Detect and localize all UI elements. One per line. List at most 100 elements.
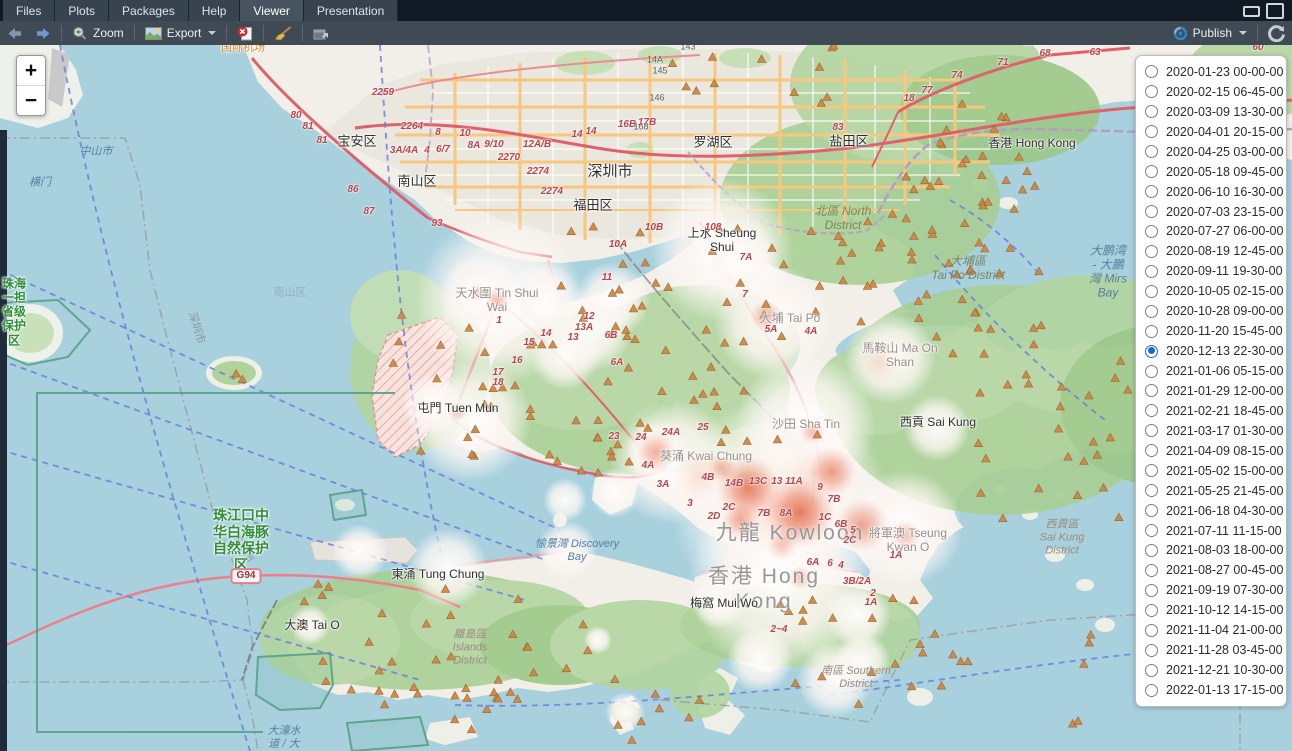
clear-viewer-button[interactable]	[267, 21, 299, 45]
timestamp-option[interactable]: 2021-01-06 05-15-00	[1145, 362, 1286, 381]
timestamp-option-label: 2020-12-13 22-30-00	[1166, 344, 1283, 358]
timestamp-option[interactable]: 2020-04-25 03-00-00	[1145, 142, 1286, 161]
toolbar-separator	[263, 25, 264, 41]
radio-icon	[1145, 644, 1158, 657]
toolbar-separator	[1257, 25, 1258, 41]
timestamp-option[interactable]: 2020-07-03 23-15-00	[1145, 202, 1286, 221]
timestamp-option[interactable]: 2021-08-03 18-00-00	[1145, 541, 1286, 560]
timestamp-option[interactable]: 2020-06-10 16-30-00	[1145, 182, 1286, 201]
toolbar-right-group: Publish	[1166, 25, 1292, 42]
timestamp-option[interactable]: 2022-01-13 17-15-00	[1145, 681, 1286, 700]
map-unloaded-tile-strip	[0, 130, 7, 751]
timestamp-option[interactable]: 2020-10-28 09-00-00	[1145, 302, 1286, 321]
timestamp-option-label: 2020-08-19 12-45-00	[1166, 244, 1283, 258]
refresh-button[interactable]	[1261, 25, 1292, 42]
tab-plots[interactable]: Plots	[55, 0, 109, 21]
radio-icon	[1145, 424, 1158, 437]
timestamp-option[interactable]: 2021-03-17 01-30-00	[1145, 421, 1286, 440]
popout-window-button[interactable]	[306, 21, 336, 45]
radio-icon	[1145, 544, 1158, 557]
radio-icon	[1145, 185, 1158, 198]
radio-icon	[1145, 105, 1158, 118]
tab-presentation[interactable]: Presentation	[304, 0, 398, 21]
timestamp-option[interactable]: 2021-01-29 12-00-00	[1145, 381, 1286, 400]
timestamp-option-label: 2020-04-25 03-00-00	[1166, 145, 1283, 159]
map-viewport[interactable]: 国际机场中山市横门宝安区南山区深圳市罗湖区盐田区福田区南山区深圳市珠海市北區 N…	[0, 45, 1292, 751]
timestamp-option-label: 2021-04-09 08-15-00	[1166, 444, 1283, 458]
timestamp-option-label: 2020-11-20 15-45-00	[1166, 324, 1283, 338]
export-button[interactable]: Export	[138, 21, 224, 45]
radio-icon	[1145, 305, 1158, 318]
broom-icon	[274, 26, 292, 41]
timestamp-option[interactable]: 2020-01-23 00-00-00	[1145, 62, 1286, 81]
timestamp-option[interactable]: 2020-10-05 02-15-00	[1145, 282, 1286, 301]
radio-icon	[1145, 265, 1158, 278]
timestamp-option-label: 2021-11-28 03-45-00	[1166, 643, 1283, 657]
chevron-down-icon	[208, 31, 216, 35]
tab-files[interactable]: Files	[3, 0, 55, 21]
radio-icon	[1145, 684, 1158, 697]
timestamp-option[interactable]: 2021-10-12 14-15-00	[1145, 601, 1286, 620]
timestamp-option[interactable]: 2021-06-18 04-30-00	[1145, 501, 1286, 520]
zoom-button[interactable]: Zoom	[65, 21, 131, 45]
timestamp-option-label: 2020-01-23 00-00-00	[1166, 65, 1283, 79]
publish-button[interactable]: Publish	[1166, 26, 1254, 41]
timestamp-option[interactable]: 2021-04-09 08-15-00	[1145, 441, 1286, 460]
tab-viewer[interactable]: Viewer	[240, 0, 303, 21]
map-zoom-in-button[interactable]: +	[17, 56, 45, 85]
timestamp-option-label: 2021-08-27 00-45-00	[1166, 563, 1283, 577]
timestamp-option[interactable]: 2020-07-27 06-00-00	[1145, 222, 1286, 241]
refresh-icon	[1268, 25, 1285, 42]
timestamp-option-label: 2020-07-03 23-15-00	[1166, 205, 1283, 219]
map-svg	[0, 45, 1292, 751]
timestamp-option[interactable]: 2020-03-09 13-30-00	[1145, 102, 1286, 121]
radio-icon	[1145, 205, 1158, 218]
radio-icon	[1145, 85, 1158, 98]
forward-button[interactable]	[29, 21, 58, 45]
radio-icon	[1145, 464, 1158, 477]
timestamp-option[interactable]: 2021-09-19 07-30-00	[1145, 581, 1286, 600]
timestamp-option-label: 2020-06-10 16-30-00	[1166, 185, 1283, 199]
timestamp-option[interactable]: 2021-07-11 11-15-00	[1145, 521, 1286, 540]
timestamp-option[interactable]: 2020-12-13 22-30-00	[1145, 342, 1286, 361]
timestamp-option[interactable]: 2020-04-01 20-15-00	[1145, 122, 1286, 141]
chevron-down-icon	[1239, 31, 1247, 35]
publish-icon	[1173, 26, 1188, 41]
timestamp-option[interactable]: 2021-12-21 10-30-00	[1145, 661, 1286, 680]
timestamp-option[interactable]: 2020-08-19 12-45-00	[1145, 242, 1286, 261]
radio-icon	[1145, 145, 1158, 158]
remove-item-button[interactable]	[230, 21, 260, 45]
back-arrow-icon	[7, 27, 22, 40]
minimize-icon[interactable]	[1243, 6, 1260, 17]
timestamp-option[interactable]: 2021-11-28 03-45-00	[1145, 641, 1286, 660]
timestamp-option[interactable]: 2021-11-04 21-00-00	[1145, 621, 1286, 640]
rstudio-viewer-pane: FilesPlotsPackagesHelpViewerPresentation…	[0, 0, 1292, 751]
timestamp-option[interactable]: 2021-02-21 18-45-00	[1145, 401, 1286, 420]
tab-packages[interactable]: Packages	[109, 0, 189, 21]
radio-icon	[1145, 604, 1158, 617]
radio-icon	[1145, 125, 1158, 138]
toolbar-separator	[226, 25, 227, 41]
remove-page-icon	[237, 26, 253, 41]
map-zoom-out-button[interactable]: −	[17, 86, 45, 115]
timestamp-option[interactable]: 2020-09-11 19-30-00	[1145, 262, 1286, 281]
radio-icon	[1145, 484, 1158, 497]
timestamp-option-label: 2020-03-09 13-30-00	[1166, 105, 1283, 119]
timestamp-option[interactable]: 2021-05-02 15-00-00	[1145, 461, 1286, 480]
tab-help[interactable]: Help	[189, 0, 241, 21]
timestamp-option-label: 2021-01-29 12-00-00	[1166, 384, 1283, 398]
timestamp-option[interactable]: 2021-08-27 00-45-00	[1145, 561, 1286, 580]
timestamp-option[interactable]: 2020-02-15 06-45-00	[1145, 82, 1286, 101]
timestamp-option-label: 2021-02-21 18-45-00	[1166, 404, 1283, 418]
timestamp-option-label: 2021-12-21 10-30-00	[1166, 663, 1283, 677]
radio-icon	[1145, 404, 1158, 417]
radio-icon	[1145, 384, 1158, 397]
publish-button-label: Publish	[1193, 26, 1232, 40]
radio-icon	[1145, 345, 1158, 358]
maximize-icon[interactable]	[1266, 3, 1284, 19]
timestamp-option[interactable]: 2020-05-18 09-45-00	[1145, 162, 1286, 181]
timestamp-option[interactable]: 2020-11-20 15-45-00	[1145, 322, 1286, 341]
timestamp-option-label: 2021-09-19 07-30-00	[1166, 583, 1283, 597]
back-button[interactable]	[0, 21, 29, 45]
timestamp-option[interactable]: 2021-05-25 21-45-00	[1145, 481, 1286, 500]
